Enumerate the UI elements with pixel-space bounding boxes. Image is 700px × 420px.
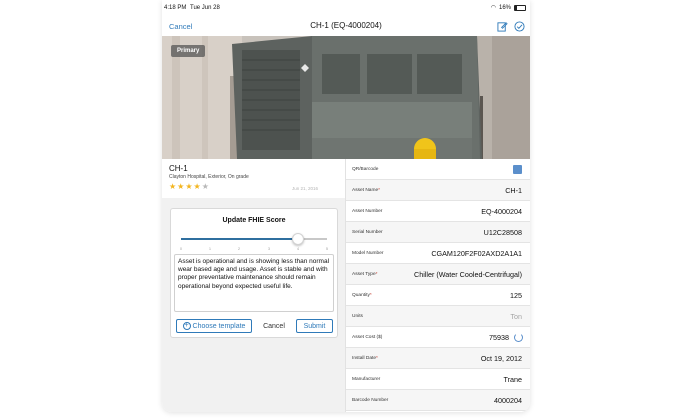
field-label: QR/Barcode bbox=[352, 167, 379, 172]
primary-badge: Primary bbox=[171, 45, 206, 57]
field-value: Oct 19, 2012 bbox=[480, 354, 522, 363]
field-value: Ton bbox=[510, 312, 522, 321]
asset-fields-list: QR/Barcode Asset Name* CH-1 Asset Number EQ-… bbox=[345, 159, 530, 412]
page-title: CH-1 (EQ-4000204) bbox=[310, 21, 382, 30]
slider-tick-label: 1 bbox=[209, 247, 211, 251]
field-row[interactable]: Asset Cost ($) 75938 bbox=[346, 327, 530, 348]
status-right: ◠ 16% bbox=[491, 4, 526, 11]
field-row[interactable]: Model Number CGAM120F2F02AXD2A1A1 bbox=[346, 243, 530, 264]
ipad-screen: 4:18 PM Tue Jun 28 ◠ 16% Cancel CH-1 (EQ… bbox=[162, 0, 530, 412]
slider-track-fill bbox=[181, 238, 298, 240]
plus-circle-icon: + bbox=[182, 322, 191, 330]
field-row[interactable]: Asset Number EQ-4000204 bbox=[346, 201, 530, 222]
required-marker: * bbox=[378, 188, 381, 193]
field-value: EQ-4000204 bbox=[481, 207, 522, 216]
field-row[interactable]: Serial Number U12C28508 bbox=[346, 222, 530, 243]
field-label: Asset Type* bbox=[352, 272, 378, 277]
field-value: CGAM120F2F02AXD2A1A1 bbox=[431, 249, 522, 258]
field-label: Asset Number bbox=[352, 209, 383, 214]
field-value: 75938 bbox=[489, 333, 509, 342]
field-value: 4000204 bbox=[494, 396, 522, 405]
field-label: Asset Cost ($) bbox=[352, 335, 383, 340]
choose-template-button[interactable]: + Choose template bbox=[176, 319, 252, 333]
field-row[interactable]: Asset Name* CH-1 bbox=[346, 180, 530, 201]
battery-icon bbox=[514, 4, 526, 11]
field-value: U12C28508 bbox=[483, 228, 522, 237]
slider-thumb[interactable] bbox=[292, 233, 304, 245]
dialog-actions: + Choose template Cancel Submit bbox=[176, 319, 333, 333]
asset-summary-panel: CH-1 Clayton Hospital, Exterior, On grad… bbox=[162, 159, 345, 412]
notes-textarea[interactable]: Asset is operational and is showing less… bbox=[174, 254, 334, 312]
field-value: CH-1 bbox=[505, 186, 522, 195]
field-row[interactable]: Units Ton bbox=[346, 306, 530, 327]
field-row[interactable]: Install Date* Oct 19, 2012 bbox=[346, 348, 530, 369]
field-label: Serial Number bbox=[352, 230, 383, 235]
submit-button[interactable]: Submit bbox=[296, 319, 333, 333]
slider-tick-label: 3 bbox=[268, 247, 270, 251]
star-icon[interactable]: ★ bbox=[169, 183, 176, 191]
required-marker: * bbox=[369, 293, 372, 298]
field-label: Asset Name* bbox=[352, 188, 381, 193]
slider-tick-label: 5 bbox=[326, 247, 328, 251]
choose-template-label: Choose template bbox=[192, 322, 246, 330]
nav-bar: Cancel CH-1 (EQ-4000204) bbox=[162, 18, 530, 36]
field-label: Quantity* bbox=[352, 293, 372, 298]
battery-percent: 16% bbox=[498, 4, 511, 11]
field-label: Units bbox=[352, 314, 363, 319]
field-row[interactable]: Asset Type* Chiller (Water Cooled-Centrif… bbox=[346, 264, 530, 285]
status-date: Tue Jun 28 bbox=[190, 5, 220, 11]
edit-icon[interactable] bbox=[497, 21, 508, 32]
field-value: Chiller (Water Cooled-Centrifugal) bbox=[414, 270, 522, 279]
star-icon[interactable]: ★ bbox=[177, 183, 184, 191]
field-value: Trane bbox=[503, 375, 522, 384]
field-row[interactable]: Manufacturer Trane bbox=[346, 369, 530, 390]
asset-name: CH-1 bbox=[169, 164, 188, 173]
field-label: Model Number bbox=[352, 251, 384, 256]
fhie-score-slider[interactable] bbox=[181, 233, 327, 247]
star-icon[interactable]: ★ bbox=[202, 183, 209, 191]
slider-tick-label: 4 bbox=[297, 247, 299, 251]
field-label: Barcode Number bbox=[352, 398, 389, 403]
refresh-icon[interactable] bbox=[514, 333, 523, 342]
dialog-title: Update FHIE Score bbox=[222, 217, 286, 224]
status-bar: 4:18 PM Tue Jun 28 ◠ 16% bbox=[162, 0, 530, 18]
asset-location: Clayton Hospital, Exterior, On grade bbox=[169, 174, 249, 180]
field-label: Install Date* bbox=[352, 356, 378, 361]
required-marker: * bbox=[375, 272, 378, 277]
field-row[interactable]: Barcode Number 4000204 bbox=[346, 390, 530, 411]
asset-photo[interactable]: Primary bbox=[162, 36, 530, 159]
star-icon[interactable]: ★ bbox=[185, 183, 192, 191]
dialog-cancel-button[interactable]: Cancel bbox=[256, 319, 292, 333]
slider-ticks: 0 1 2 3 4 5 bbox=[180, 247, 328, 253]
required-marker: * bbox=[376, 356, 378, 361]
asset-photo-image bbox=[162, 36, 530, 159]
slider-tick-label: 0 bbox=[180, 247, 182, 251]
fhie-score-dialog: Update FHIE Score 0 1 2 3 4 5 Asset is operat… bbox=[170, 208, 338, 338]
field-value: 125 bbox=[510, 291, 522, 300]
field-row[interactable]: Quantity* 125 bbox=[346, 285, 530, 306]
field-row[interactable]: QR/Barcode bbox=[346, 159, 530, 180]
asset-date: Jun 21, 2016 bbox=[292, 186, 319, 191]
field-label: Manufacturer bbox=[352, 377, 381, 382]
status-time: 4:18 PM bbox=[164, 5, 187, 11]
checkmark-circle-icon[interactable] bbox=[514, 21, 525, 32]
star-icon[interactable]: ★ bbox=[194, 183, 201, 191]
qr-code-icon[interactable] bbox=[513, 165, 522, 174]
slider-tick-label: 2 bbox=[238, 247, 240, 251]
wifi-icon: ◠ bbox=[490, 5, 496, 11]
star-rating[interactable]: ★ ★ ★ ★ ★ bbox=[169, 183, 209, 191]
